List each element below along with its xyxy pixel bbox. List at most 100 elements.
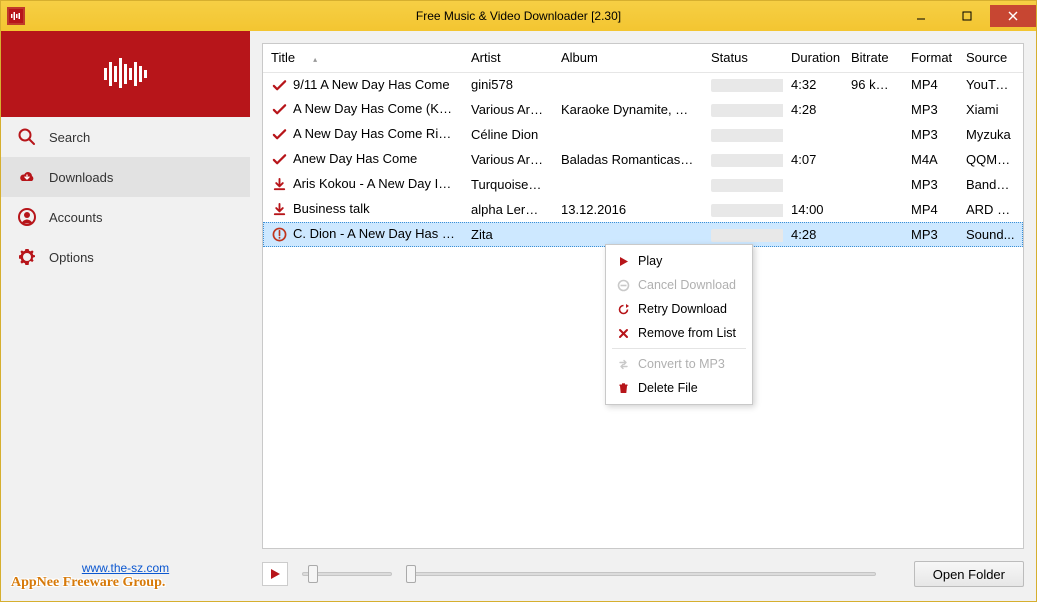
cell-title: Business talk xyxy=(293,201,370,216)
sidebar-item-accounts[interactable]: Accounts xyxy=(1,197,250,237)
cell-bitrate xyxy=(843,197,903,222)
download-icon xyxy=(271,177,287,193)
sidebar-item-search[interactable]: Search xyxy=(1,117,250,157)
sidebar-item-label: Downloads xyxy=(49,170,113,185)
cell-duration: 4:28 xyxy=(783,222,843,247)
table-header: Title▴ Artist Album Status Duration Bitr… xyxy=(263,44,1023,72)
check-icon xyxy=(271,102,287,118)
column-source[interactable]: Source xyxy=(958,44,1023,72)
person-icon xyxy=(17,207,37,227)
cell-artist: Various Artists xyxy=(463,97,553,122)
cell-artist: Zita xyxy=(463,222,553,247)
menu-item-label: Remove from List xyxy=(638,326,736,340)
cell-status xyxy=(703,197,783,222)
footer-link: www.the-sz.com xyxy=(1,554,250,575)
table-row[interactable]: A New Day Has Come Rick ...Céline DionMP… xyxy=(263,122,1023,147)
cell-format: MP4 xyxy=(903,197,958,222)
cell-album xyxy=(553,72,703,97)
cell-bitrate xyxy=(843,147,903,172)
table-body: 9/11 A New Day Has Come gini578 4:3296 kbp… xyxy=(263,72,1023,247)
table-row[interactable]: A New Day Has Come (Karao...Various Arti… xyxy=(263,97,1023,122)
sidebar-item-label: Accounts xyxy=(49,210,102,225)
cell-album xyxy=(553,172,703,197)
cell-source: YouTube xyxy=(958,72,1023,97)
cell-album: Karaoke Dynamite, Vol. 23 xyxy=(553,97,703,122)
cell-source: Myzuka xyxy=(958,122,1023,147)
cell-status xyxy=(703,97,783,122)
appnee-badge: AppNee Freeware Group. xyxy=(1,575,250,601)
menu-item-play[interactable]: Play xyxy=(606,249,752,273)
sidebar-item-label: Search xyxy=(49,130,90,145)
cell-status xyxy=(703,72,783,97)
menu-item-label: Delete File xyxy=(638,381,698,395)
cell-artist: gini578 xyxy=(463,72,553,97)
cell-title: C. Dion - A New Day Has Co... xyxy=(293,226,463,241)
error-icon xyxy=(271,227,287,243)
volume-slider[interactable] xyxy=(302,564,392,584)
column-artist[interactable]: Artist xyxy=(463,44,553,72)
column-format[interactable]: Format xyxy=(903,44,958,72)
menu-item-label: Convert to MP3 xyxy=(638,357,725,371)
main: Title▴ Artist Album Status Duration Bitr… xyxy=(250,31,1036,601)
cell-source: Xiami xyxy=(958,97,1023,122)
cell-bitrate xyxy=(843,97,903,122)
cell-artist: Turquoise-R... xyxy=(463,172,553,197)
cell-duration: 4:28 xyxy=(783,97,843,122)
play-button[interactable] xyxy=(262,562,288,586)
column-duration[interactable]: Duration xyxy=(783,44,843,72)
sidebar-item-options[interactable]: Options xyxy=(1,237,250,277)
column-bitrate[interactable]: Bitrate xyxy=(843,44,903,72)
menu-item-cancel-download: Cancel Download xyxy=(606,273,752,297)
menu-item-delete-file[interactable]: Delete File xyxy=(606,376,752,400)
downloads-table: Title▴ Artist Album Status Duration Bitr… xyxy=(262,43,1024,549)
cell-source: BandC... xyxy=(958,172,1023,197)
close-button[interactable] xyxy=(990,5,1036,27)
menu-separator xyxy=(612,348,746,349)
cell-format: MP3 xyxy=(903,222,958,247)
search-icon xyxy=(17,127,37,147)
cell-bitrate: 96 kbps xyxy=(843,72,903,97)
cell-format: MP4 xyxy=(903,72,958,97)
cell-duration: 4:32 xyxy=(783,72,843,97)
cell-status xyxy=(703,172,783,197)
bottom-toolbar: Open Folder xyxy=(262,557,1024,591)
table-row[interactable]: 9/11 A New Day Has Come gini578 4:3296 kbp… xyxy=(263,72,1023,97)
context-menu[interactable]: Play Cancel Download Retry Download Remove … xyxy=(605,244,753,405)
menu-item-remove-from-list[interactable]: Remove from List xyxy=(606,321,752,345)
cell-source: QQMu... xyxy=(958,147,1023,172)
maximize-button[interactable] xyxy=(944,5,990,27)
cell-source: Sound... xyxy=(958,222,1023,247)
menu-item-label: Cancel Download xyxy=(638,278,736,292)
cell-title: A New Day Has Come Rick ... xyxy=(293,126,463,141)
column-status[interactable]: Status xyxy=(703,44,783,72)
homepage-link[interactable]: www.the-sz.com xyxy=(82,561,169,575)
cell-duration xyxy=(783,122,843,147)
cell-bitrate xyxy=(843,222,903,247)
cell-album: 13.12.2016 xyxy=(553,197,703,222)
sidebar-item-label: Options xyxy=(49,250,94,265)
cell-duration: 14:00 xyxy=(783,197,843,222)
cell-format: MP3 xyxy=(903,122,958,147)
cell-duration: 4:07 xyxy=(783,147,843,172)
nav: Search Downloads Accounts Options xyxy=(1,117,250,277)
cell-format: MP3 xyxy=(903,172,958,197)
table-row[interactable]: Business talkalpha Lernen13.12.201614:00… xyxy=(263,197,1023,222)
column-album[interactable]: Album xyxy=(553,44,703,72)
titlebar[interactable]: Free Music & Video Downloader [2.30] xyxy=(1,1,1036,31)
table-row[interactable]: Aris Kokou - A New Day Is C...Turquoise-… xyxy=(263,172,1023,197)
table-row[interactable]: Anew Day Has ComeVarious ArtistsBaladas … xyxy=(263,147,1023,172)
column-title[interactable]: Title▴ xyxy=(263,44,463,72)
cell-status xyxy=(703,122,783,147)
cell-bitrate xyxy=(843,122,903,147)
seek-slider[interactable] xyxy=(406,564,876,584)
minimize-button[interactable] xyxy=(898,5,944,27)
cell-title: 9/11 A New Day Has Come xyxy=(293,77,450,92)
open-folder-button[interactable]: Open Folder xyxy=(914,561,1024,587)
menu-item-label: Play xyxy=(638,254,662,268)
menu-item-label: Retry Download xyxy=(638,302,727,316)
cancel-icon xyxy=(616,278,630,292)
cloud-download-icon xyxy=(17,167,37,187)
sidebar-item-downloads[interactable]: Downloads xyxy=(1,157,250,197)
convert-icon xyxy=(616,357,630,371)
menu-item-retry-download[interactable]: Retry Download xyxy=(606,297,752,321)
